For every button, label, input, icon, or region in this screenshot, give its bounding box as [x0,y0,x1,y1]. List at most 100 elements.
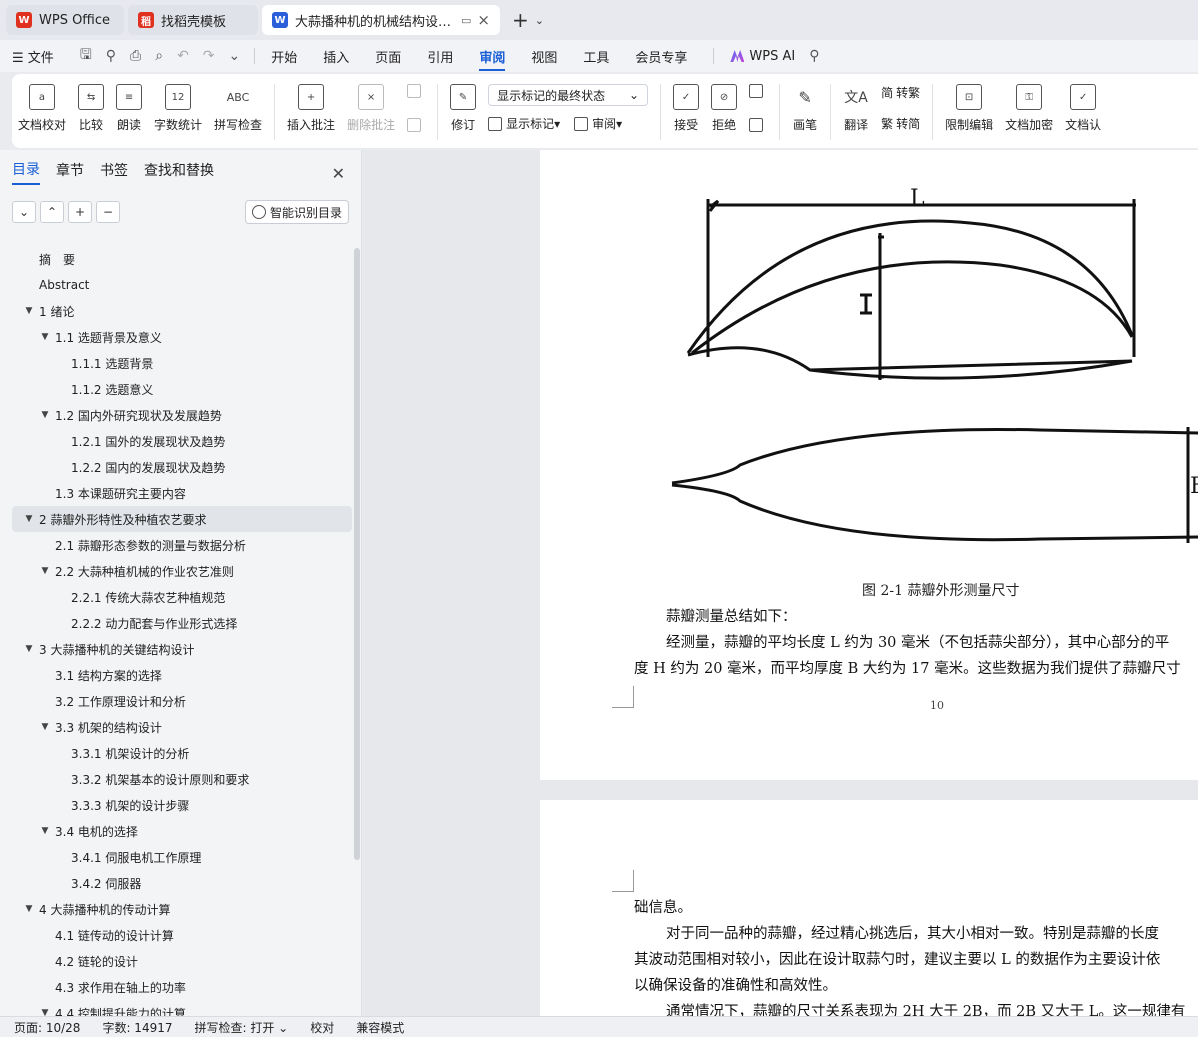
prev-comment-button[interactable] [407,84,425,98]
tab-docer-templates[interactable]: 稻 找稻壳模板 [128,5,258,35]
undo-icon[interactable]: ↶ [177,48,189,64]
toc-item[interactable]: 3.2 工作原理设计和分析 [12,688,352,714]
menu-review[interactable]: 审阅 [479,47,506,71]
toc-item[interactable]: ▼ 2.2 大蒜种植机械的作业农艺准则 [12,558,352,584]
expand-arrow-icon[interactable]: ▼ [38,722,52,732]
print-preview-icon[interactable]: ⌕ [155,48,163,64]
next-comment-button[interactable] [407,118,425,132]
toc-item[interactable]: ▼ 3.4 电机的选择 [12,818,352,844]
toc-item[interactable]: ▼ 1 绪论 [12,298,352,324]
spell-check-button[interactable]: ABC 拼写检查 [214,84,262,133]
more-chevron-icon[interactable]: ⌄ [229,48,241,64]
redo-icon[interactable]: ↷ [203,48,215,64]
track-changes-button[interactable]: ✎ 修订 [450,84,477,133]
read-aloud-button[interactable]: ≡ 朗读 [116,84,143,133]
toc-item[interactable]: 3.3.3 机架的设计步骤 [12,792,352,818]
toc-item[interactable]: 1.2.1 国外的发展现状及趋势 [12,428,352,454]
close-icon[interactable]: ✕ [332,164,345,183]
to-simplified-button[interactable]: 繁转简 [881,115,920,132]
page-indicator[interactable]: 页面: 10/28 [14,1019,80,1036]
expand-down-button[interactable]: ⌄ [12,201,36,223]
next-change-button[interactable] [749,118,767,132]
toc-item[interactable]: ▼ 4 大蒜播种机的传动计算 [12,896,352,922]
doc-auth-button[interactable]: ✓ 文档认 [1065,84,1101,133]
translate-button[interactable]: 文A 翻译 [843,84,869,133]
spell-check-status[interactable]: 拼写检查: 打开 ⌄ [195,1019,289,1036]
toc-item[interactable]: 1.2.2 国内的发展现状及趋势 [12,454,352,480]
tab-document[interactable]: W 大蒜播种机的机械结构设计 说 ▭ × [262,5,500,35]
collapse-up-button[interactable]: ⌃ [40,201,64,223]
toc-item[interactable]: ▼ 3 大蒜播种机的关键结构设计 [12,636,352,662]
toc-item[interactable]: 4.2 链轮的设计 [12,948,352,974]
word-count-button[interactable]: 12 字数统计 [154,84,202,133]
smart-toc-button[interactable]: 智能识别目录 [244,200,349,224]
share-icon[interactable]: ⚲ [106,48,116,64]
toc-item[interactable]: 2.1 蒜瓣形态参数的测量与数据分析 [12,532,352,558]
show-markup-button[interactable]: 显示标记 ▾ [488,115,560,132]
expand-arrow-icon[interactable]: ▼ [22,904,36,914]
menu-start[interactable]: 开始 [271,47,297,66]
expand-arrow-icon[interactable]: ▼ [22,514,36,524]
remove-heading-button[interactable]: − [96,201,120,223]
search-icon[interactable]: ⚲ [809,48,819,64]
toc-item[interactable]: 3.4.2 伺服器 [12,870,352,896]
toc-item[interactable]: ▼ 1.2 国内外研究现状及发展趋势 [12,402,352,428]
add-heading-button[interactable]: + [68,201,92,223]
insert-comment-button[interactable]: + 插入批注 [287,84,335,133]
toc-item[interactable]: 1.3 本课题研究主要内容 [12,480,352,506]
compare-button[interactable]: ⇆ 比较 [78,84,105,133]
toc-item[interactable]: 摘 要 [12,246,352,272]
close-tab-icon[interactable]: × [477,11,490,29]
reject-button[interactable]: ⊘ 拒绝 [711,84,738,133]
ink-button[interactable]: ✎ 画笔 [792,84,818,133]
toc-item[interactable]: ▼ 2 蒜瓣外形特性及种植农艺要求 [12,506,352,532]
prev-change-button[interactable] [749,84,767,98]
menu-tools[interactable]: 工具 [583,47,609,66]
toc-item[interactable]: ▼ 3.3 机架的结构设计 [12,714,352,740]
proofread-button[interactable]: a 文档校对 [18,84,66,133]
toc-item[interactable]: 3.3.1 机架设计的分析 [12,740,352,766]
restrict-edit-button[interactable]: ⊡ 限制编辑 [945,84,993,133]
tab-find-replace[interactable]: 查找和替换 [144,160,214,184]
toc-scrollbar[interactable] [354,248,360,860]
menu-member[interactable]: 会员专享 [635,47,687,66]
proofread-status[interactable]: 校对 [310,1019,334,1036]
accept-button[interactable]: ✓ 接受 [673,84,700,133]
print-icon[interactable]: ⎙ [130,48,141,64]
toc-item[interactable]: Abstract [12,272,352,298]
expand-arrow-icon[interactable]: ▼ [22,306,36,316]
file-menu[interactable]: ☰ 文件 [12,47,54,66]
toc-item[interactable]: ▼ 1.1 选题背景及意义 [12,324,352,350]
wps-ai-button[interactable]: WPS AI [730,49,795,64]
tab-sections[interactable]: 章节 [56,160,84,184]
encrypt-button[interactable]: ⚿ 文档加密 [1005,84,1053,133]
toc-item[interactable]: 4.1 链传动的设计计算 [12,922,352,948]
chevron-down-icon[interactable]: ⌄ [535,14,544,27]
expand-arrow-icon[interactable]: ▼ [38,332,52,342]
new-tab-icon[interactable]: + [512,8,529,32]
monitor-icon[interactable]: ▭ [461,14,471,27]
tab-toc[interactable]: 目录 [12,159,40,185]
expand-arrow-icon[interactable]: ▼ [38,410,52,420]
toc-item[interactable]: 3.3.2 机架基本的设计原则和要求 [12,766,352,792]
tab-bookmarks[interactable]: 书签 [100,160,128,184]
toc-item[interactable]: 2.2.2 动力配套与作业形式选择 [12,610,352,636]
to-traditional-button[interactable]: 简转繁 [881,84,920,101]
expand-arrow-icon[interactable]: ▼ [22,644,36,654]
toc-item[interactable]: 1.1.1 选题背景 [12,350,352,376]
toc-item[interactable]: 3.1 结构方案的选择 [12,662,352,688]
toc-item[interactable]: 4.3 求作用在轴上的功率 [12,974,352,1000]
toc-item[interactable]: 2.2.1 传统大蒜农艺种植规范 [12,584,352,610]
menu-insert[interactable]: 插入 [323,47,349,66]
toc-item[interactable]: 3.4.1 伺服电机工作原理 [12,844,352,870]
save-icon[interactable]: 🖫 [80,44,92,68]
toc-item[interactable]: 1.1.2 选题意义 [12,376,352,402]
expand-arrow-icon[interactable]: ▼ [38,826,52,836]
markup-state-select[interactable]: 显示标记的最终状态 ⌄ [488,84,649,106]
menu-reference[interactable]: 引用 [427,47,453,66]
review-pane-button[interactable]: 审阅 ▾ [574,115,622,132]
delete-comment-button[interactable]: × 删除批注 [347,84,395,133]
menu-page[interactable]: 页面 [375,47,401,66]
word-count-indicator[interactable]: 字数: 14917 [102,1019,172,1036]
expand-arrow-icon[interactable]: ▼ [38,566,52,576]
